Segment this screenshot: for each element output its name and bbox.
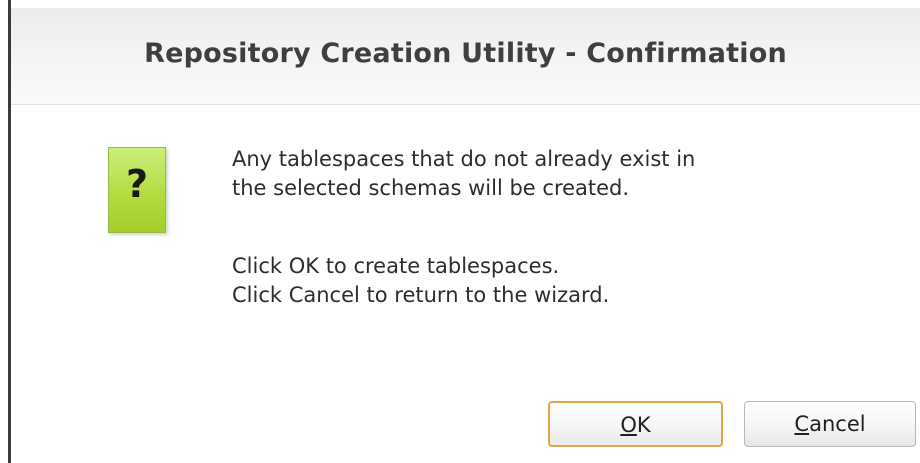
message-paragraph-1: Any tablespaces that do not already exis… xyxy=(232,145,882,203)
ok-button[interactable]: OK xyxy=(548,401,723,447)
message-line: Any tablespaces that do not already exis… xyxy=(232,147,696,171)
confirmation-dialog: Repository Creation Utility - Confirmati… xyxy=(11,8,920,463)
ok-mnemonic: O xyxy=(620,413,637,437)
cancel-mnemonic: C xyxy=(794,412,810,436)
dialog-title-bar[interactable]: Repository Creation Utility - Confirmati… xyxy=(11,8,920,105)
ok-label-rest: K xyxy=(636,413,651,437)
dialog-title: Repository Creation Utility - Confirmati… xyxy=(144,38,787,69)
message-line: Click OK to create tablespaces. xyxy=(232,254,560,278)
question-mark-icon: ? xyxy=(108,147,166,233)
question-mark-glyph: ? xyxy=(125,162,149,206)
cancel-label-rest: ancel xyxy=(809,412,866,436)
cancel-button[interactable]: Cancel xyxy=(744,401,916,447)
message-line: the selected schemas will be created. xyxy=(232,176,630,200)
message-paragraph-2: Click OK to create tablespaces. Click Ca… xyxy=(232,252,882,310)
message-line: Click Cancel to return to the wizard. xyxy=(232,283,610,307)
